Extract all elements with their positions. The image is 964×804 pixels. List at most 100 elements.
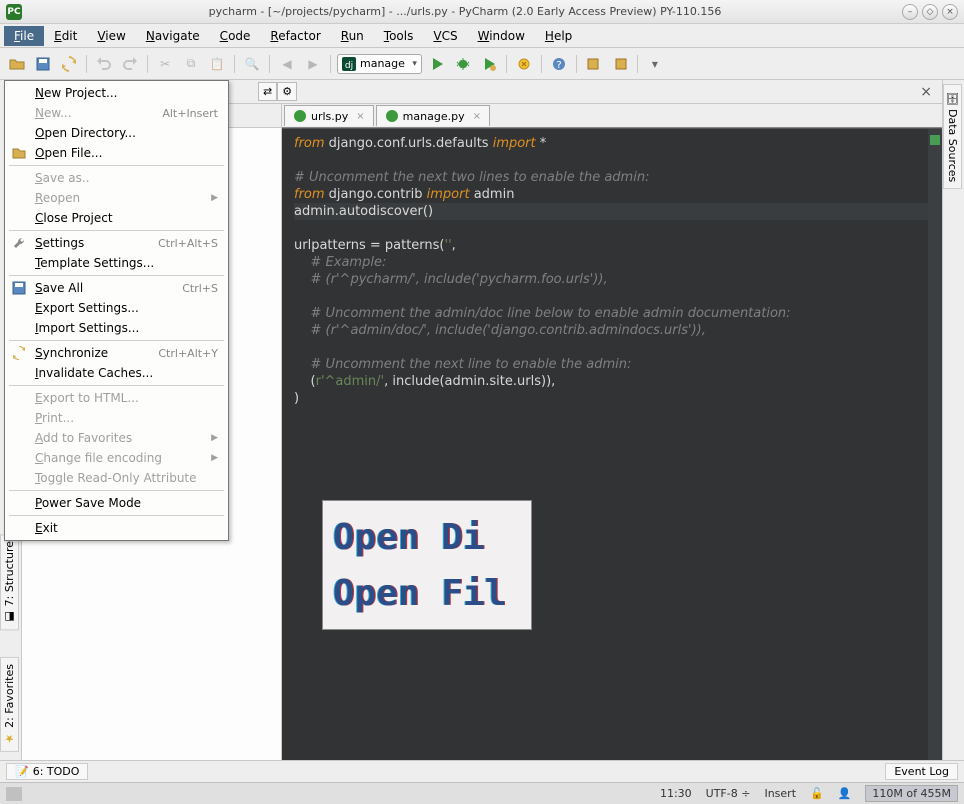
- status-bar: 11:30 UTF-8 ÷ Insert 🔓 👤 110M of 455M: [0, 782, 964, 804]
- file-menu-add-to-favorites: Add to Favorites▶: [5, 428, 228, 448]
- editor-tab-urls-py[interactable]: urls.py×: [284, 105, 374, 126]
- file-menu-change-file-encoding: Change file encoding▶: [5, 448, 228, 468]
- undo-button[interactable]: [93, 53, 115, 75]
- editor-tab-manage-py[interactable]: manage.py×: [376, 105, 490, 126]
- structure-tool-tab[interactable]: ◧ 7: Structure: [0, 534, 19, 630]
- run-config-label: manage: [360, 57, 405, 70]
- cut-button[interactable]: ✂: [154, 53, 176, 75]
- help-button[interactable]: ?: [548, 53, 570, 75]
- save-all-button[interactable]: [32, 53, 54, 75]
- file-menu-reopen: Reopen▶: [5, 188, 228, 208]
- todo-icon: 📝: [15, 765, 29, 778]
- file-menu-power-save-mode[interactable]: Power Save Mode: [5, 493, 228, 513]
- file-menu-export-settings-[interactable]: Export Settings...: [5, 298, 228, 318]
- star-icon: ★: [3, 732, 16, 745]
- find-button[interactable]: 🔍: [241, 53, 263, 75]
- error-stripe[interactable]: [928, 129, 942, 760]
- forward-button[interactable]: ▶: [302, 53, 324, 75]
- bottom-tool-bar: 📝 6: TODO Event Log: [0, 760, 964, 782]
- todo-tool-tab[interactable]: 📝 6: TODO: [6, 763, 88, 780]
- file-menu-template-settings-[interactable]: Template Settings...: [5, 253, 228, 273]
- toolbar: ✂ ⧉ 📋 🔍 ◀ ▶ dj manage ? ▾: [0, 48, 964, 80]
- menu-refactor[interactable]: Refactor: [260, 26, 330, 46]
- menu-navigate[interactable]: Navigate: [136, 26, 210, 46]
- caret-position[interactable]: 11:30: [660, 787, 692, 800]
- debug-button[interactable]: [452, 53, 474, 75]
- close-window-button[interactable]: ×: [942, 4, 958, 20]
- file-menu-close-project[interactable]: Close Project: [5, 208, 228, 228]
- file-menu-open-file-[interactable]: Open File...: [5, 143, 228, 163]
- redo-button[interactable]: [119, 53, 141, 75]
- vcs-update-button[interactable]: [609, 53, 631, 75]
- titlebar[interactable]: PC pycharm - [~/projects/pycharm] - .../…: [0, 0, 964, 24]
- python-file-icon: [293, 109, 307, 123]
- event-log-tool-tab[interactable]: Event Log: [885, 763, 958, 780]
- encoding-selector[interactable]: UTF-8 ÷: [706, 787, 751, 800]
- editor-pane: urls.py×manage.py× from django.conf.urls…: [282, 104, 942, 760]
- file-menu-dropdown: New Project...New...Alt+InsertOpen Direc…: [4, 80, 229, 541]
- menu-run[interactable]: Run: [331, 26, 374, 46]
- read-only-icon[interactable]: 🔓: [810, 787, 824, 800]
- highlight-level-icon[interactable]: 👤: [838, 787, 852, 800]
- sync-button[interactable]: [58, 53, 80, 75]
- minimize-button[interactable]: –: [902, 4, 918, 20]
- menu-file[interactable]: File: [4, 26, 44, 46]
- menu-window[interactable]: Window: [468, 26, 535, 46]
- favorites-label: 2: Favorites: [3, 664, 16, 728]
- file-menu-export-to-html-: Export to HTML...: [5, 388, 228, 408]
- file-menu-exit[interactable]: Exit: [5, 518, 228, 538]
- python-file-icon: [385, 109, 399, 123]
- data-sources-label: Data Sources: [946, 109, 959, 182]
- window-title: pycharm - [~/projects/pycharm] - .../url…: [28, 5, 902, 18]
- data-sources-tool-tab[interactable]: 🗄 Data Sources: [943, 84, 962, 189]
- file-menu-open-directory-[interactable]: Open Directory...: [5, 123, 228, 143]
- structure-icon: ◧: [3, 610, 16, 623]
- copy-button[interactable]: ⧉: [180, 53, 202, 75]
- file-menu-synchronize[interactable]: SynchronizeCtrl+Alt+Y: [5, 343, 228, 363]
- file-menu-new-project-[interactable]: New Project...: [5, 83, 228, 103]
- app-icon: PC: [6, 4, 22, 20]
- breadcrumb-close-icon[interactable]: ×: [920, 84, 932, 100]
- crumb-last[interactable]: ⚙: [277, 82, 297, 101]
- menu-code[interactable]: Code: [210, 26, 261, 46]
- run-configuration-dropdown[interactable]: dj manage: [337, 54, 422, 74]
- back-button[interactable]: ◀: [276, 53, 298, 75]
- svg-text:?: ?: [556, 60, 561, 71]
- file-menu-toggle-read-only-attribute: Toggle Read-Only Attribute: [5, 468, 228, 488]
- folder-icon: [11, 145, 27, 161]
- insert-mode[interactable]: Insert: [764, 787, 796, 800]
- file-menu-print-: Print...: [5, 408, 228, 428]
- crumb-nav[interactable]: ⇄: [258, 82, 277, 101]
- zoom-line-1: Open Di: [333, 517, 521, 558]
- breakpoint-button[interactable]: [513, 53, 535, 75]
- file-menu-save-all[interactable]: Save AllCtrl+S: [5, 278, 228, 298]
- favorites-tool-tab[interactable]: ★ 2: Favorites: [0, 657, 19, 752]
- right-tool-gutter: 🗄 Data Sources: [942, 80, 964, 760]
- status-widget-icon[interactable]: [6, 787, 22, 801]
- menu-vcs[interactable]: VCS: [423, 26, 467, 46]
- file-menu-settings[interactable]: SettingsCtrl+Alt+S: [5, 233, 228, 253]
- menu-view[interactable]: View: [87, 26, 135, 46]
- close-tab-icon[interactable]: ×: [473, 111, 481, 122]
- code-editor[interactable]: from django.conf.urls.defaults import * …: [282, 128, 942, 760]
- file-menu-invalidate-caches-[interactable]: Invalidate Caches...: [5, 363, 228, 383]
- file-menu-save-as-: Save as..: [5, 168, 228, 188]
- run-button[interactable]: [426, 53, 448, 75]
- todo-label: 6: TODO: [33, 765, 80, 778]
- sync-icon: [11, 345, 27, 361]
- wrench-icon: [11, 235, 27, 251]
- file-menu-import-settings-[interactable]: Import Settings...: [5, 318, 228, 338]
- menu-help[interactable]: Help: [535, 26, 582, 46]
- memory-indicator[interactable]: 110M of 455M: [865, 785, 958, 802]
- open-folder-button[interactable]: [6, 53, 28, 75]
- vcs-button[interactable]: [583, 53, 605, 75]
- more-button[interactable]: ▾: [644, 53, 666, 75]
- menu-tools[interactable]: Tools: [374, 26, 424, 46]
- menu-edit[interactable]: Edit: [44, 26, 87, 46]
- zoom-line-2: Open Fil: [333, 573, 521, 614]
- paste-button[interactable]: 📋: [206, 53, 228, 75]
- maximize-button[interactable]: ◇: [922, 4, 938, 20]
- run-tests-button[interactable]: [478, 53, 500, 75]
- save-icon: [11, 280, 27, 296]
- close-tab-icon[interactable]: ×: [356, 111, 364, 122]
